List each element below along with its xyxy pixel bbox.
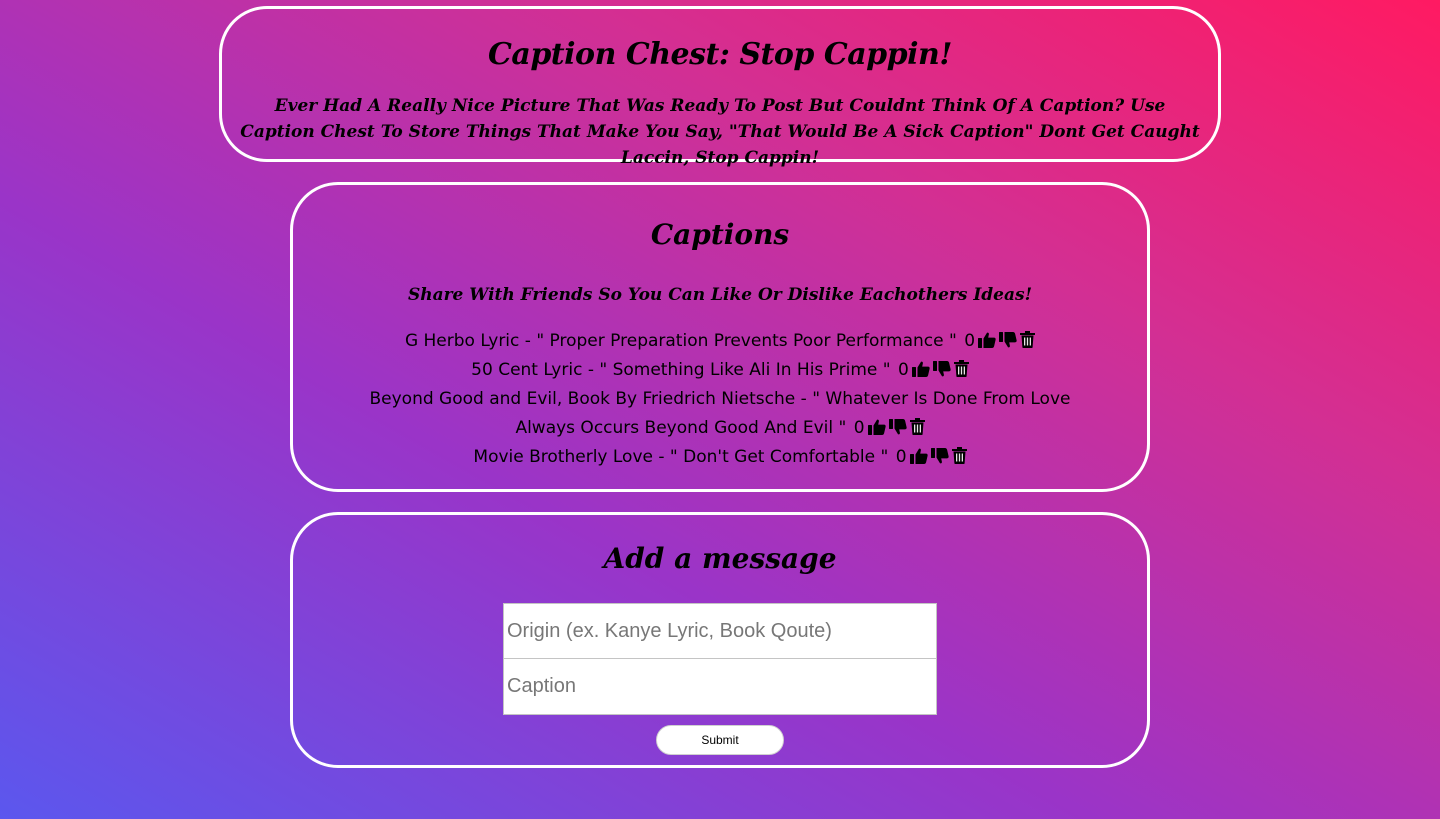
caption-item: Movie Brotherly Love - " Don't Get Comfo…: [359, 443, 1081, 472]
caption-separator: -: [519, 331, 537, 351]
page-tagline: Ever Had A Really Nice Picture That Was …: [240, 96, 1200, 168]
thumbs-up-icon[interactable]: [978, 332, 996, 348]
thumbs-up-icon[interactable]: [909, 448, 928, 464]
caption-origin: Beyond Good and Evil, Book By Friedrich …: [369, 389, 796, 409]
caption-text: " Proper Preparation Prevents Poor Perfo…: [536, 331, 957, 351]
trash-icon[interactable]: [909, 418, 925, 435]
caption-origin: 50 Cent Lyric: [471, 360, 583, 380]
caption-separator: -: [582, 360, 600, 380]
caption-item: Beyond Good and Evil, Book By Friedrich …: [359, 385, 1081, 443]
captions-panel: Captions Share With Friends So You Can L…: [290, 182, 1150, 492]
caption-origin: Movie Brotherly Love: [473, 447, 653, 467]
caption-origin: G Herbo Lyric: [404, 331, 520, 351]
trash-icon[interactable]: [1020, 331, 1036, 348]
caption-separator: -: [652, 447, 670, 467]
caption-separator: -: [795, 389, 813, 409]
caption-item: G Herbo Lyric - " Proper Preparation Pre…: [359, 327, 1081, 356]
trash-icon[interactable]: [953, 360, 969, 377]
captions-title: Captions: [650, 218, 790, 251]
vote-count: 0: [964, 331, 976, 351]
page-title: Caption Chest: Stop Cappin!: [488, 37, 952, 72]
caption-item: 50 Cent Lyric - " Something Like Ali In …: [359, 356, 1081, 385]
caption-text: " Don't Get Comfortable ": [669, 447, 889, 467]
captions-subtitle: Share With Friends So You Can Like Or Di…: [407, 285, 1033, 305]
form-title: Add a message: [603, 542, 837, 575]
vote-count: 0: [853, 418, 865, 438]
thumbs-up-icon[interactable]: [867, 419, 886, 435]
submit-button[interactable]: Submit: [656, 725, 784, 755]
thumbs-up-icon[interactable]: [911, 361, 930, 377]
message-form-panel: Add a message Submit: [290, 512, 1150, 768]
thumbs-down-icon[interactable]: [930, 448, 949, 464]
thumbs-down-icon[interactable]: [999, 332, 1017, 348]
origin-input[interactable]: [503, 603, 937, 659]
caption-list: G Herbo Lyric - " Proper Preparation Pre…: [293, 327, 1147, 472]
trash-icon[interactable]: [951, 447, 967, 464]
thumbs-down-icon[interactable]: [932, 361, 951, 377]
vote-count: 0: [898, 360, 909, 380]
thumbs-down-icon[interactable]: [888, 419, 907, 435]
header-panel: Caption Chest: Stop Cappin! Ever Had A R…: [219, 6, 1221, 168]
caption-input[interactable]: [503, 659, 937, 715]
vote-count: 0: [895, 447, 907, 467]
caption-text: " Something Like Ali In His Prime ": [599, 360, 891, 380]
